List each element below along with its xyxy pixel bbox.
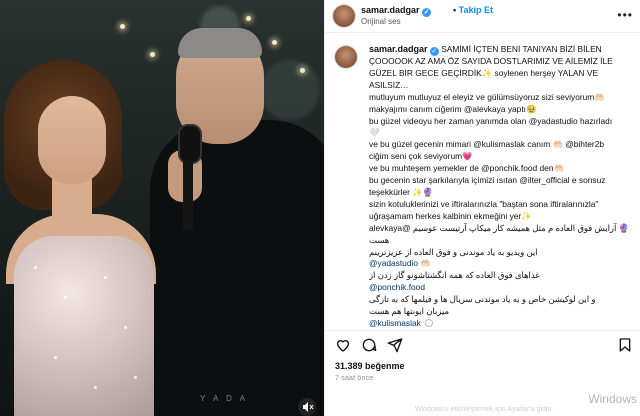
caption-line: makyajımı canım ciğerim @alevkaya yaptı🥹 xyxy=(369,103,537,114)
post-header: samar.dadgar ✓ Orijinal ses • Takip Et •… xyxy=(325,0,640,33)
heart-icon[interactable] xyxy=(335,337,351,353)
verified-badge-icon: ✓ xyxy=(429,47,439,56)
caption-mention[interactable]: @kulismaslak xyxy=(369,318,421,328)
caption-line: teşekkürler ✨🔮 xyxy=(369,186,434,197)
more-options-icon[interactable]: ••• xyxy=(617,8,633,22)
windows-activation-watermark: Windows xyxy=(588,392,637,406)
string-light xyxy=(246,16,251,21)
mute-button[interactable] xyxy=(298,398,316,416)
string-light xyxy=(150,52,155,57)
string-light xyxy=(272,40,277,45)
woman-face xyxy=(38,96,106,184)
caption-line: 🔮 آرایش فوق العاده م مثل همیشه کار میکاپ… xyxy=(369,222,630,233)
caption-line: هست xyxy=(369,234,390,245)
caption-line: mutluyum mutluyuz el eleyiz ve gülümsüyo… xyxy=(369,91,605,102)
avatar[interactable] xyxy=(333,5,355,27)
follow-button[interactable]: • Takip Et xyxy=(453,5,493,15)
string-light xyxy=(120,24,125,29)
caption-line: bu güzel videoyu her zaman yanımda olan … xyxy=(369,115,613,126)
microphone-handle xyxy=(183,160,193,230)
caption-line: @kulismaslak xyxy=(369,318,635,330)
caption-line: میزبان ایونتها هم هست xyxy=(369,306,450,317)
bokeh-light xyxy=(260,60,320,120)
caption-avatar[interactable] xyxy=(335,46,357,68)
man-hair xyxy=(178,28,262,58)
caption-line: غذاهای فوق العاده که همه انگشتاشونو گاز … xyxy=(369,270,540,281)
caption-line: uğraşamam herkes kalbinin ekmeğini yer✨ xyxy=(369,210,532,221)
caption-line: samar.dadgar ✓ SAMİMİ İÇTEN BENİ TANIYAN… xyxy=(369,44,635,56)
caption-line: GÜZEL BİR GECE GEÇİRDİK✨ soylenen herşey… xyxy=(369,67,599,78)
microphone xyxy=(178,124,202,164)
bookmark-icon[interactable] xyxy=(617,337,633,353)
caption-line: sizin kotuluklerinizi ve iftiralarınızla… xyxy=(369,198,599,209)
send-icon[interactable] xyxy=(387,337,403,353)
caption-line: ÇOOOOOK AZ AMA ÖZ SAYIDA DOSTLARIMIZ VE … xyxy=(369,56,613,66)
speaker-muted-icon xyxy=(303,402,314,412)
like-count[interactable]: 31.389 beğenme xyxy=(335,361,405,371)
caption-mention[interactable]: @yadastudio 🤲🏻 xyxy=(369,258,635,270)
caption-line-text: SAMİMİ İÇTEN BENİ TANIYAN BİZİ BİLEN xyxy=(441,44,602,54)
comment-icon[interactable] xyxy=(361,337,377,353)
action-bar xyxy=(325,330,640,357)
caption-line: 🤍 xyxy=(369,127,380,138)
video-watermark: Y A D A xyxy=(200,394,248,403)
username[interactable]: samar.dadgar xyxy=(361,5,420,15)
caption-text: samar.dadgar ✓ SAMİMİ İÇTEN BENİ TANIYAN… xyxy=(369,44,635,330)
caption-line: bu gecenin star şarkılarıyla içimizi ısı… xyxy=(369,175,606,186)
audio-label[interactable]: Orijinal ses xyxy=(361,17,401,26)
verified-badge-icon: ✓ xyxy=(422,8,432,17)
caption-line: این ویدیو به یاد موندنی و فوق العاده از … xyxy=(369,246,538,257)
caption-line: ciğim seni çok seviyorum💗 xyxy=(369,151,473,162)
follow-label: Takip Et xyxy=(458,5,493,15)
windows-activation-subtext: Windows'u etkinleştirmek için Ayarlar'a … xyxy=(415,406,554,413)
caption-line: ve bu muhteşem yemekler de @ponchik.food… xyxy=(369,163,564,174)
username-row[interactable]: samar.dadgar ✓ xyxy=(361,5,432,17)
caption-mention[interactable]: @ponchik.food xyxy=(369,282,635,294)
caption-line: ASILSIZ… xyxy=(369,79,409,90)
sequin-dress xyxy=(14,236,154,416)
post-side-panel: samar.dadgar ✓ Orijinal ses • Takip Et •… xyxy=(324,0,640,416)
caption-line: و این لوکیشن خاص و به یاد موندنی سریال ه… xyxy=(369,294,596,305)
caption-line: ve bu güzel gecenin mimari @kulismaslak … xyxy=(369,139,605,150)
caption-like-icon[interactable] xyxy=(425,318,434,327)
caption-username[interactable]: samar.dadgar xyxy=(369,44,428,54)
instagram-post: Y A D A samar.dadgar ✓ Orijinal ses • Ta… xyxy=(0,0,640,416)
post-timestamp[interactable]: 7 saat önce xyxy=(335,375,373,382)
string-light xyxy=(300,68,305,73)
woman-neck xyxy=(52,176,92,236)
post-video[interactable]: Y A D A xyxy=(0,0,324,416)
